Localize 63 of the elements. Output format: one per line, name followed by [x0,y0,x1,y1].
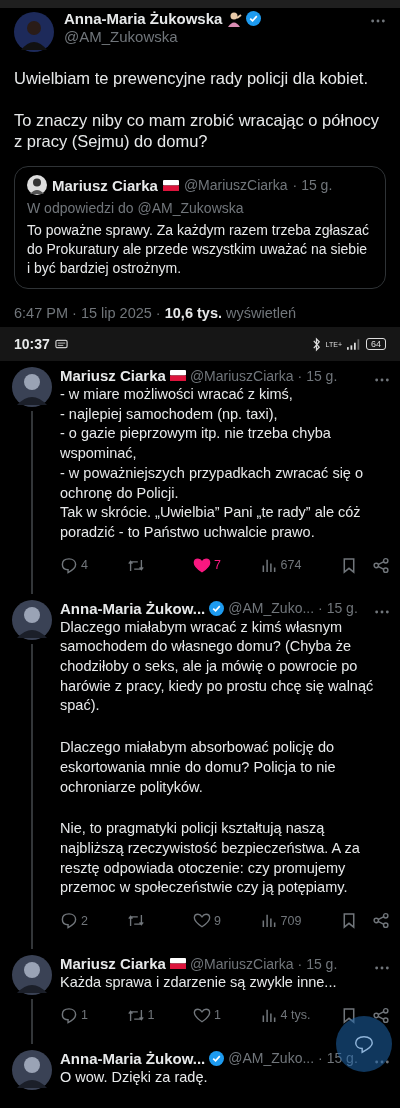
more-icon[interactable] [374,376,390,383]
author-handle[interactable]: @MariuszCiarka [189,955,294,972]
more-icon[interactable] [370,18,386,24]
tweet-text: Dlaczego miałabym wracać z kimś własnym samochodem do własnego domu? (Chyba że chodziłoby o seks, ale ja mówię o powrocie po harówie z pracy, kiedy po prostu chcę się walnąć spać). [60,617,375,716]
reply-button[interactable]: 2 [60,912,127,930]
repost-button[interactable]: 1 [126,1006,193,1024]
author-name[interactable]: Mariusz Ciarka [60,367,166,384]
tweet-meta: 6:47 PM · 15 lip 2025 · 10,6 tys. wyświetleń [14,305,298,321]
heart-icon [193,1006,211,1024]
reply-icon [60,912,78,930]
author-name[interactable]: Anna-Maria Żukow... [60,599,206,617]
author-name: Mariusz Ciarka [52,176,158,194]
reply-to-text: W odpowiedzi do @AM_Zukowska [27,200,245,216]
author-handle[interactable]: @AM_Zukowska [64,28,360,45]
timestamp: · 15 g. [297,367,338,384]
tweet-text: Uwielbiam te prewencyjne rady policji dla kobiet. [14,68,369,89]
heart-icon [193,912,211,930]
reply-icon [60,1006,78,1024]
bluetooth-icon [311,336,321,352]
avatar[interactable] [12,367,52,407]
author-name[interactable]: Anna-Maria Żukow... [60,1049,206,1067]
like-button[interactable]: 7 [193,556,260,574]
clock: 10:37 [14,336,50,352]
views-button[interactable]: 674 [259,556,326,574]
share-button[interactable] [372,1006,390,1024]
timestamp: · 15 g. [297,955,338,972]
share-button[interactable] [372,556,390,574]
share-button[interactable] [372,912,390,930]
tweet-text: - w miare możliwości wracać z kimś, - najlepiej samochodem (np. taxi), - o gazie pieprzowym itp. nie trzeba chyba wspominać, - w poważniejszych przypadkach zwracać się o ochronę do Policji. Tak w skrócie. „Uwielbia” Pani „te rady” ale cóż poradzić - to Państwo uchwalcie prawo. [60,385,364,542]
author-handle[interactable]: @MariuszCiarka [189,367,294,384]
reply-button[interactable]: 4 [60,556,127,574]
more-icon[interactable] [374,964,390,971]
more-icon[interactable] [374,1059,390,1066]
quoted-text: To poważne sprawy. Za każdym razem trzeba zgłaszać do Prokuratury ale przede wszystkim uważać na siebie i być bardziej ostrożnym. [27,221,371,278]
avatar[interactable] [12,1049,52,1090]
tweet-text: O wow. Dzięki za radę. [60,1067,209,1087]
notification-icon [54,339,68,349]
battery-indicator: 64 [366,338,386,350]
like-button[interactable]: 1 [193,1006,260,1024]
timestamp: · 15 g. [318,600,358,617]
tweet-text: Każda sprawa i zdarzenie są zwykle inne... [60,973,338,993]
tweet-text: To znaczy niby co mam zrobić wracając o północy z pracy (Sejmu) do domu? [14,110,380,152]
author-handle[interactable]: @AM_Zuko... [228,600,315,617]
views-button[interactable]: 4 tys. [259,1006,326,1024]
timestamp: · 15 g. [292,177,333,193]
signal-icon [347,338,361,350]
views-button[interactable]: 709 [259,912,326,930]
avatar [27,175,47,195]
tweet-text: Dlaczego miałabym absorbować policję do eskortowania mnie do domu? Policja to nie ochroniarze polityków. [60,738,337,797]
author-handle[interactable]: @AM_Zuko... [228,1050,315,1067]
heart-icon [193,556,211,574]
quoted-tweet-card[interactable]: Mariusz Ciarka @MariuszCiarka · 15 g. W odpowiedzi do @AM_Zukowska To poważne sprawy. Za każdym razem trzeba zgłaszać do Prokuratury ale przede wszystkim uważać na siebie i być bardziej ostrożnym. [14,166,386,289]
avatar[interactable] [12,599,52,640]
author-handle: @MariuszCiarka [183,177,288,193]
author-name[interactable]: Mariusz Ciarka [60,955,166,973]
more-icon[interactable] [374,609,390,616]
author-name[interactable]: Anna-Maria Żukowska [64,10,223,27]
reply-icon [60,556,78,574]
avatar[interactable] [12,955,52,996]
like-button[interactable]: 9 [193,912,260,930]
person-emoji-icon [226,10,243,27]
tweet-text: Nie, to pragmatyki policji kształtują naszą najbliższą rzeczywistość bezpieczeństwa. A za resztę odpowiada otoczenie: czy promujemy przemoc w społeczeństwie czy ją potępiamy. [60,819,361,898]
reply-button[interactable]: 1 [60,1006,127,1024]
